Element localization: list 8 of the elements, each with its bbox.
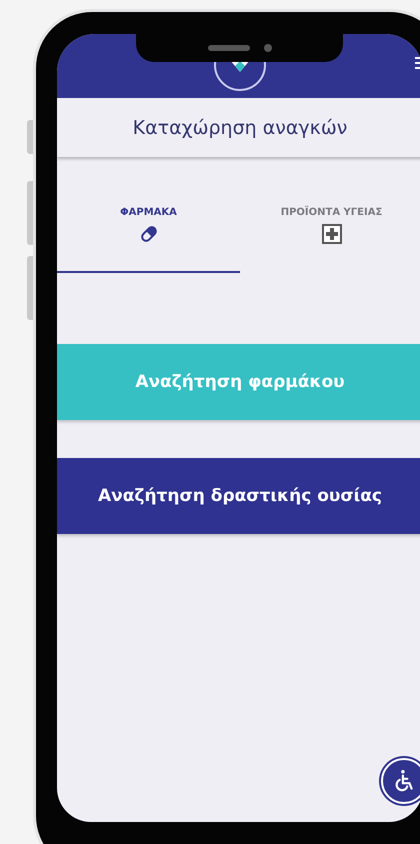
page-title: Καταχώρηση αναγκών — [132, 116, 348, 138]
medical-cross-icon — [322, 224, 342, 244]
pill-icon — [138, 224, 158, 244]
logo-icon — [213, 62, 267, 92]
search-button[interactable]: Αναζήτηση δραστικής ουσίας — [57, 458, 420, 534]
category-tab[interactable]: ΦΑΡΜΑΚΑ — [57, 203, 240, 273]
accessibility-button[interactable] — [381, 758, 420, 804]
category-tab[interactable]: ΠΡΟΪΟΝΤΑ ΥΓΕΙΑΣ — [240, 203, 420, 273]
